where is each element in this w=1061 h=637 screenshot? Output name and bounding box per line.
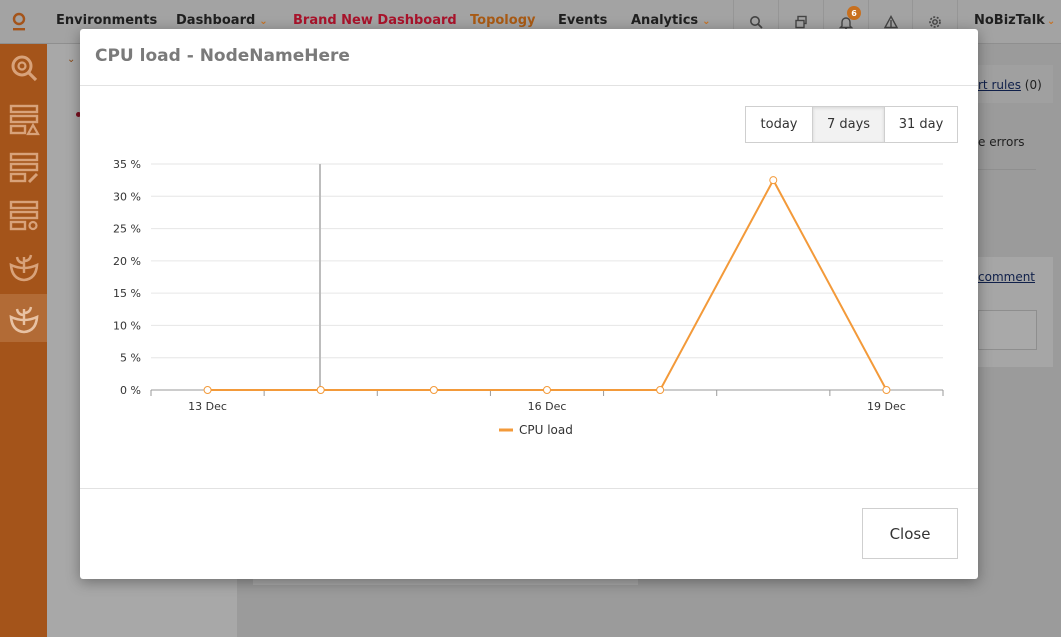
brand-logo[interactable] [0, 0, 38, 44]
list-link-icon [9, 200, 38, 231]
errors-text: e errors [978, 135, 1025, 149]
user-menu-label: NoBizTalk [974, 13, 1045, 28]
range-31-day-label: 31 day [898, 117, 944, 132]
list-shapes-icon [9, 104, 40, 136]
x-tick-label: 16 Dec [528, 400, 567, 413]
alert-rules-link[interactable]: rt rules [978, 78, 1021, 92]
comment-link[interactable]: comment [978, 270, 1035, 284]
y-tick-label: 0 % [120, 384, 141, 397]
data-point[interactable] [882, 386, 891, 394]
nav-analytics-label: Analytics [631, 13, 699, 28]
data-point[interactable] [316, 386, 325, 394]
search-icon [750, 16, 763, 29]
nav-topology[interactable]: Topology [470, 13, 535, 28]
alert-rules: rt rules (0) [978, 78, 1042, 92]
data-point[interactable] [656, 386, 665, 394]
cpu-load-chart: 0 % 5 % 10 % 15 % 20 % 25 % 30 % 35 % 13 Dec 16 D… [113, 158, 944, 437]
left-sidebar [0, 44, 47, 637]
chevron-down-icon: ⌄ [259, 16, 268, 27]
cpu-load-modal: CPU load - NodeNameHere today 7 days 31 … [80, 29, 978, 579]
range-7-days-button[interactable]: 7 days [813, 107, 885, 142]
sidebar-item-list-links[interactable] [0, 192, 47, 240]
alert-rules-count: (0) [1024, 78, 1042, 92]
data-point[interactable] [203, 386, 212, 394]
nav-analytics[interactable]: Analytics ⌄ [631, 13, 711, 28]
legend-label: CPU load [519, 423, 573, 437]
nav-environments-label: Environments [56, 13, 158, 28]
sidebar-item-list-shapes[interactable] [0, 96, 47, 144]
modal-header: CPU load - NodeNameHere [80, 29, 978, 86]
chart-grid [151, 163, 943, 359]
chart-legend[interactable]: CPU load [499, 423, 573, 437]
data-point[interactable] [429, 386, 438, 394]
comment-link-label: comment [978, 270, 1036, 284]
range-today-button[interactable]: today [746, 107, 813, 142]
data-point[interactable] [543, 386, 551, 394]
x-tick-label: 13 Dec [188, 400, 227, 413]
sidebar-item-plant[interactable] [0, 242, 47, 290]
y-tick-label: 20 % [113, 255, 141, 268]
nav-brand-new-dashboard[interactable]: Brand New Dashboard [293, 13, 457, 28]
range-7-days-label: 7 days [826, 117, 871, 132]
y-tick-label: 35 % [113, 158, 141, 171]
comment-input[interactable] [978, 310, 1037, 350]
windows-icon [795, 15, 807, 29]
user-menu[interactable]: NoBizTalk ⌄ [974, 13, 1055, 28]
nav-events-label: Events [558, 13, 608, 28]
sidebar-item-monitor[interactable] [0, 44, 47, 92]
plant-icon [9, 306, 38, 334]
x-tick-label: 19 Dec [867, 400, 906, 413]
modal-footer [80, 488, 978, 579]
range-selector: today 7 days 31 day [745, 106, 958, 143]
nav-brand-new-dashboard-label: Brand New Dashboard [293, 13, 457, 28]
range-today-label: today [760, 117, 798, 132]
y-tick-label: 15 % [113, 287, 141, 300]
notification-badge: 6 [847, 6, 861, 20]
y-tick-label: 5 % [120, 352, 141, 365]
series-line [207, 178, 888, 391]
gear-icon [929, 16, 941, 28]
close-button[interactable]: Close [862, 508, 958, 559]
warning-icon [884, 15, 898, 29]
nav-events[interactable]: Events [558, 13, 607, 28]
brand-logo-icon [12, 12, 26, 31]
data-point[interactable] [769, 176, 778, 185]
chevron-down-icon: ⌄ [1046, 16, 1056, 27]
list-edit-icon [9, 152, 38, 184]
y-tick-label: 30 % [113, 190, 141, 203]
chevron-down-icon: ⌄ [702, 16, 711, 27]
nav-environments[interactable]: Environments [56, 13, 157, 28]
nav-dashboard[interactable]: Dashboard ⌄ [176, 13, 268, 28]
y-tick-label: 10 % [113, 319, 141, 332]
nav-topology-label: Topology [470, 13, 536, 28]
search-chart-icon [11, 55, 37, 82]
chevron-down-icon: ⌄ [67, 54, 76, 65]
chart-series [203, 176, 891, 394]
range-31-day-button[interactable]: 31 day [885, 107, 957, 142]
modal-title: CPU load - NodeNameHere [95, 46, 350, 66]
y-tick-label: 25 % [113, 223, 141, 236]
plant-icon [9, 254, 38, 282]
sidebar-item-list-edit[interactable] [0, 144, 47, 192]
nav-dashboard-label: Dashboard [176, 13, 256, 28]
divider [978, 169, 1036, 170]
sidebar-item-plant-active[interactable] [0, 294, 47, 342]
